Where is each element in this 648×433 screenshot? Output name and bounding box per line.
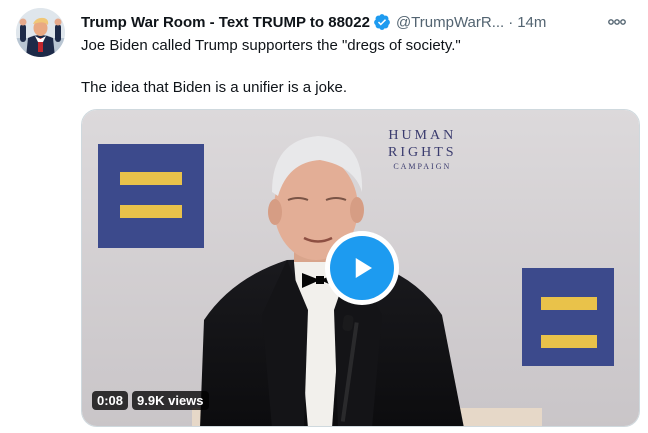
- avatar-image: [16, 8, 65, 57]
- timestamp[interactable]: 14m: [517, 14, 546, 31]
- duration-badge: 0:08: [92, 391, 129, 410]
- video-player[interactable]: HUMAN RIGHTS CAMPAIGN 0:08 9.9K views: [81, 109, 640, 427]
- play-button[interactable]: [325, 231, 399, 305]
- tweet-card[interactable]: Trump War Room - Text TRUMP to 88022 @Tr…: [0, 0, 648, 433]
- hrc-wordmark-line-3: CAMPAIGN: [393, 162, 452, 171]
- hrc-logo-right: [522, 268, 614, 366]
- hrc-wordmark-line-2: RIGHTS: [388, 145, 457, 160]
- verified-badge-icon: [374, 14, 390, 30]
- handle[interactable]: @TrumpWarR...: [396, 14, 504, 31]
- tweet-text-line-1: Joe Biden called Trump supporters the "d…: [81, 37, 461, 54]
- video-badges: 0:08 9.9K views: [92, 391, 209, 410]
- hrc-wordmark-line-1: HUMAN: [388, 128, 457, 143]
- avatar[interactable]: [16, 8, 65, 57]
- more-options-icon[interactable]: [606, 11, 628, 33]
- separator-dot: ·: [508, 13, 514, 31]
- hrc-logo-left: [98, 144, 204, 248]
- tweet-header: Trump War Room - Text TRUMP to 88022 @Tr…: [81, 11, 632, 33]
- views-badge: 9.9K views: [132, 391, 209, 410]
- play-icon: [355, 258, 372, 278]
- display-name[interactable]: Trump War Room - Text TRUMP to 88022: [81, 14, 370, 31]
- tweet-text-line-2: The idea that Biden is a unifier is a jo…: [81, 79, 347, 96]
- hrc-wordmark: HUMAN RIGHTS CAMPAIGN: [388, 128, 457, 171]
